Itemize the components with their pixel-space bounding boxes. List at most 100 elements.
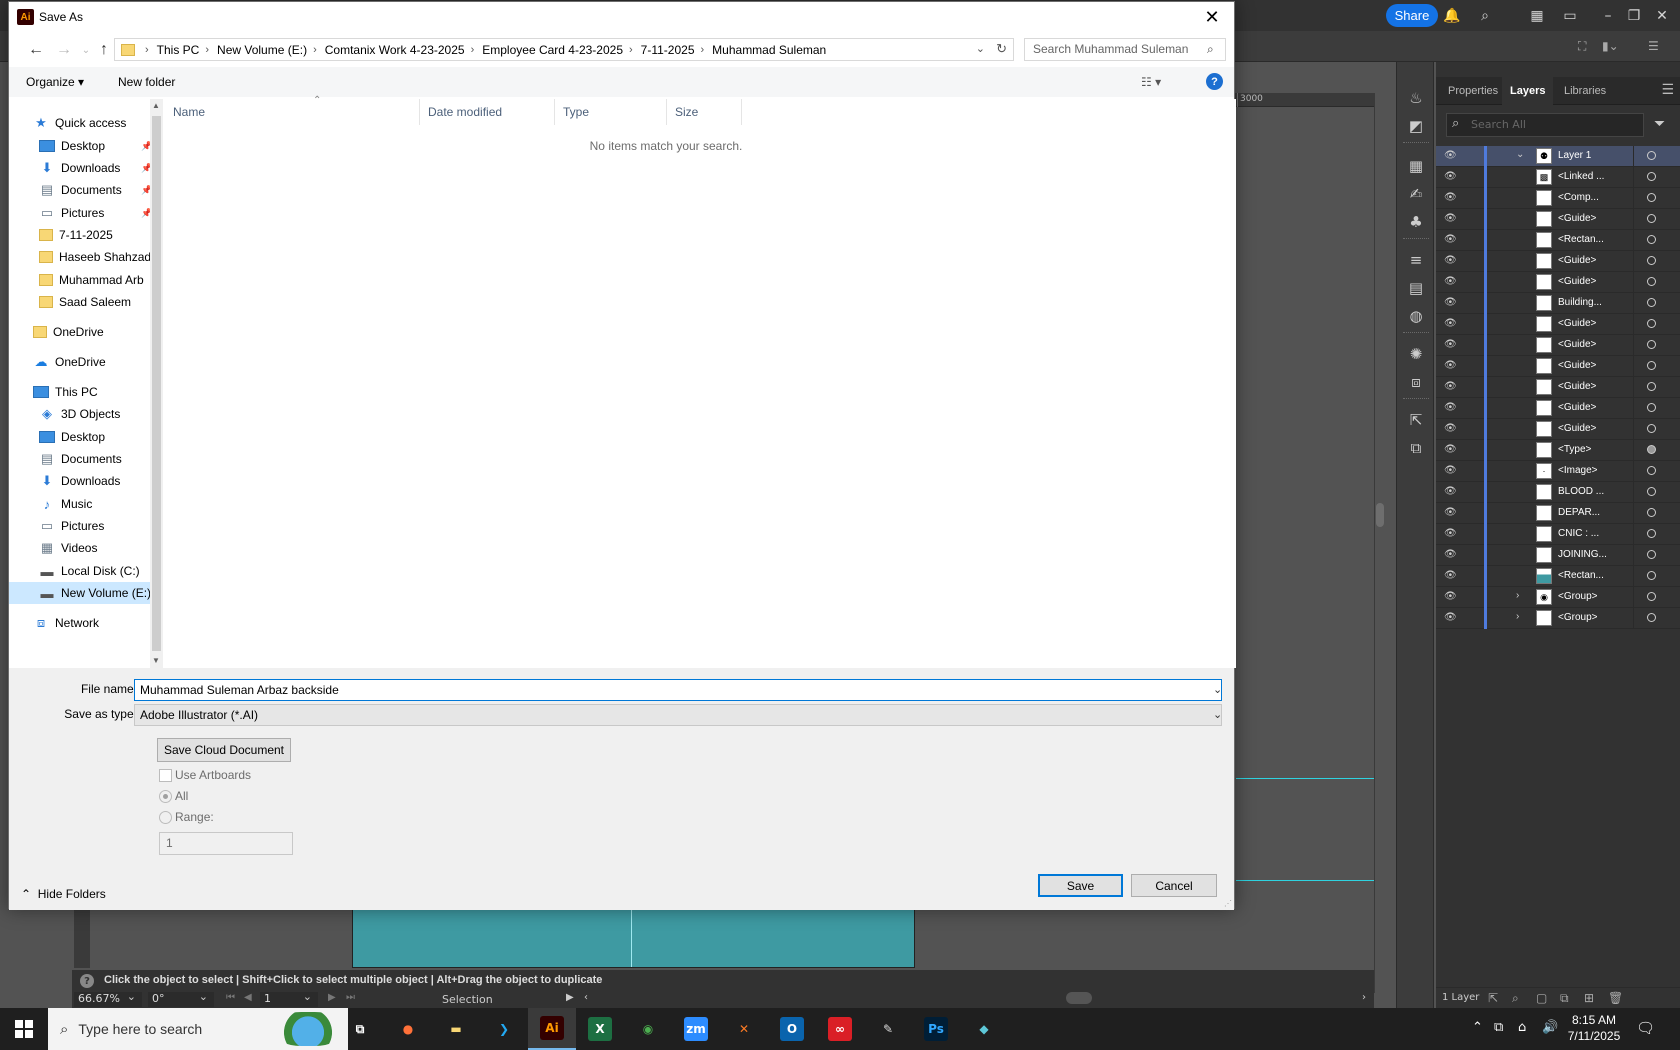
layer-name[interactable]: <Guide> (1558, 360, 1628, 371)
folder-search-input[interactable]: Search Muhammad Suleman (1024, 38, 1226, 61)
layer-row[interactable]: 👁 › <Group> (1436, 608, 1680, 629)
panel-menu-icon[interactable]: ☰ (1661, 82, 1674, 98)
first-artboard-icon[interactable]: ⏮ (226, 992, 235, 1003)
resize-grip-icon[interactable]: ⋰ (1224, 899, 1232, 908)
last-artboard-icon[interactable]: ⏭ (346, 992, 355, 1003)
taskbar-search[interactable]: ⌕ Type here to search (48, 1008, 348, 1050)
layer-row[interactable]: 👁 <Guide> (1436, 209, 1680, 230)
expand-toggle-icon[interactable]: › (1516, 590, 1519, 601)
prev-artboard-icon[interactable]: ◀ (244, 992, 252, 1003)
organize-button[interactable]: Organize ▾ (26, 75, 84, 89)
layer-target-icon[interactable] (1647, 340, 1656, 349)
layer-name[interactable]: BLOOD ... (1558, 486, 1628, 497)
layer-name[interactable]: Building... (1558, 297, 1628, 308)
layer-row[interactable]: 👁 <Type> (1436, 440, 1680, 461)
scroll-up-icon[interactable]: ▲ (152, 101, 160, 110)
layer-name[interactable]: <Guide> (1558, 213, 1628, 224)
layer-row[interactable]: 👁 <Guide> (1436, 356, 1680, 377)
filter-icon[interactable]: ⏷ (1654, 116, 1665, 132)
taskbar-app-app-diamond[interactable]: ◆ (960, 1008, 1008, 1050)
layer-row[interactable]: 👁 <Guide> (1436, 251, 1680, 272)
nav-item[interactable]: ◈ 3D Objects (9, 403, 150, 425)
chevron-down-icon[interactable]: ⌄ (1213, 683, 1222, 696)
layer-name[interactable]: <Group> (1558, 612, 1628, 623)
minimize-icon[interactable]: – (1598, 6, 1618, 26)
layer-target-icon[interactable] (1647, 256, 1656, 265)
chevron-right-icon[interactable]: › (205, 44, 209, 56)
layer-name[interactable]: <Image> (1558, 465, 1628, 476)
layer-row[interactable]: 👁 <Guide> (1436, 272, 1680, 293)
panel-icon[interactable]: ▭ (1560, 6, 1580, 26)
nav-item[interactable]: ☁ OneDrive (9, 351, 150, 373)
layer-name[interactable]: <Guide> (1558, 423, 1628, 434)
collect-export-icon[interactable]: ⇱ (1488, 991, 1498, 1005)
layer-target-icon[interactable] (1647, 592, 1656, 601)
nav-item[interactable]: ♪ Music (9, 493, 150, 515)
refresh-icon[interactable]: ↻ (996, 41, 1007, 57)
start-button[interactable] (0, 1008, 48, 1050)
expand-toggle-icon[interactable]: ⌄ (1516, 149, 1524, 160)
layer-target-icon[interactable] (1647, 382, 1656, 391)
arrange-icon[interactable]: ⛶ (1578, 39, 1586, 54)
all-radio[interactable] (159, 790, 172, 803)
zoom-select[interactable]: 66.67% (74, 990, 142, 1007)
layer-target-icon[interactable] (1647, 529, 1656, 538)
range-input[interactable]: 1 (159, 832, 293, 855)
artboard-number-select[interactable]: 1 (260, 990, 318, 1007)
tool-menu-icon[interactable]: ▶ (566, 992, 574, 1003)
brushes-icon[interactable]: ✍ (1406, 184, 1426, 204)
visibility-eye-icon[interactable]: 👁 (1444, 318, 1458, 330)
search-icon[interactable]: ⌕ (1475, 6, 1495, 26)
breadcrumb-this-pc[interactable]: This PC (157, 43, 200, 57)
layer-target-icon[interactable] (1647, 193, 1656, 202)
layer-name[interactable]: <Guide> (1558, 381, 1628, 392)
layer-search-input[interactable]: Search All (1446, 113, 1644, 137)
layer-name[interactable]: <Guide> (1558, 318, 1628, 329)
scroll-left-icon[interactable]: ‹ (584, 992, 588, 1003)
visibility-eye-icon[interactable]: 👁 (1444, 507, 1458, 519)
transparency-icon[interactable]: ◍ (1406, 306, 1426, 326)
layer-target-icon[interactable] (1647, 571, 1656, 580)
artboards-icon[interactable]: ⧉ (1406, 438, 1426, 458)
nav-item[interactable]: ▬ New Volume (E:) (9, 582, 150, 604)
range-radio[interactable] (159, 811, 172, 824)
new-sublayer-icon[interactable]: ⧉ (1560, 991, 1569, 1006)
breadcrumb-new-volume[interactable]: New Volume (E:) (217, 43, 307, 57)
help-icon[interactable]: ? (80, 974, 94, 988)
chevron-right-icon[interactable]: › (629, 44, 633, 56)
clipping-mask-icon[interactable]: ▢ (1536, 991, 1547, 1005)
back-arrow-icon[interactable]: ← (25, 39, 47, 61)
column-type[interactable]: Type (555, 99, 667, 125)
taskbar-app-illustrator[interactable]: Ai (528, 1008, 576, 1050)
close-dialog-button[interactable]: ✕ (1190, 2, 1234, 32)
visibility-eye-icon[interactable]: 👁 (1444, 591, 1458, 603)
image-trace-icon[interactable]: ⧈ (1406, 372, 1426, 392)
visibility-eye-icon[interactable]: 👁 (1444, 276, 1458, 288)
layer-name[interactable]: DEPAR... (1558, 507, 1628, 518)
horizontal-scroll-thumb[interactable] (1066, 992, 1092, 1004)
visibility-eye-icon[interactable]: 👁 (1444, 192, 1458, 204)
bell-icon[interactable]: 🔔 (1442, 6, 1462, 26)
nav-item[interactable]: Muhammad Arb (9, 269, 150, 291)
symbols-icon[interactable]: ♣ (1406, 212, 1426, 232)
layer-row[interactable]: 👁 <Guide> (1436, 398, 1680, 419)
visibility-eye-icon[interactable]: 👁 (1444, 486, 1458, 498)
up-arrow-icon[interactable]: ↑ (93, 39, 115, 61)
layer-target-icon[interactable] (1647, 235, 1656, 244)
column-size[interactable]: Size (667, 99, 742, 125)
layer-name[interactable]: <Linked ... (1558, 171, 1628, 182)
taskbar-app-photoshop[interactable]: Ps (912, 1008, 960, 1050)
chevron-down-icon[interactable]: ⌄ (976, 42, 985, 55)
view-options-icon[interactable]: ☷ ▾ (1141, 75, 1161, 89)
visibility-eye-icon[interactable]: 👁 (1444, 255, 1458, 267)
visibility-eye-icon[interactable]: 👁 (1444, 402, 1458, 414)
layer-target-icon[interactable] (1647, 550, 1656, 559)
align-icon[interactable]: ▮⌄ (1602, 39, 1619, 53)
scroll-down-icon[interactable]: ▼ (152, 656, 160, 665)
taskbar-app-xampp[interactable]: ✕ (720, 1008, 768, 1050)
layer-row[interactable]: 👁 Building... (1436, 293, 1680, 314)
visibility-eye-icon[interactable]: 👁 (1444, 444, 1458, 456)
tab-layers[interactable]: Layers (1502, 77, 1554, 105)
hide-folders-button[interactable]: ⌃ Hide Folders (21, 887, 106, 901)
nav-item[interactable]: ▤ Documents 📌 (9, 179, 150, 201)
